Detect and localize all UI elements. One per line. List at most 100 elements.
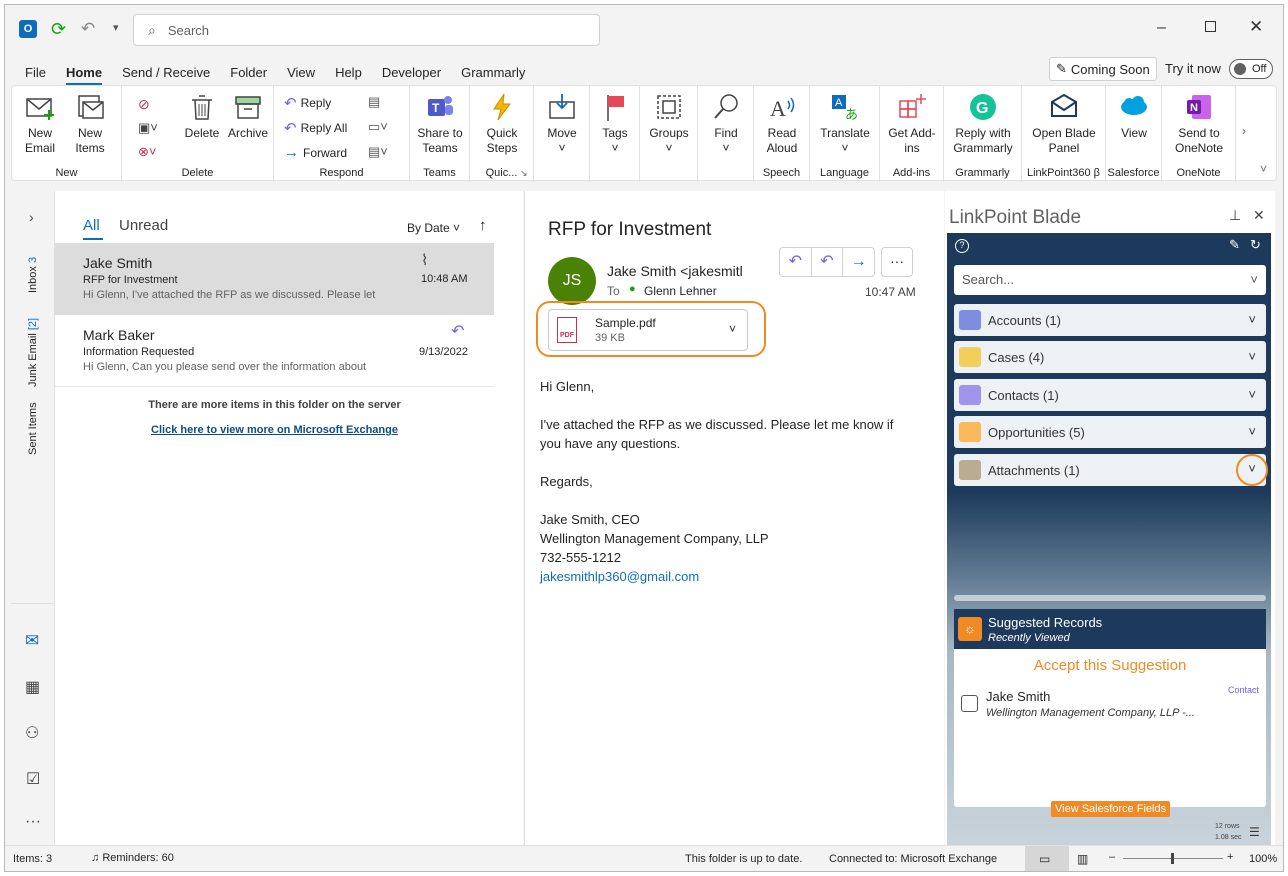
view-more-link[interactable]: Click here to view more on Microsoft Exc… [55, 424, 494, 436]
refresh-icon[interactable]: ↻ [1250, 237, 1261, 253]
move-icon [549, 94, 575, 119]
menu-grammarly[interactable]: Grammarly [451, 65, 535, 80]
menu-file[interactable]: File [15, 65, 56, 80]
meeting-icon[interactable]: ▤ [368, 94, 380, 110]
find-button[interactable]: Find ˅ [702, 92, 750, 156]
mail-icon[interactable]: ✉ [25, 631, 39, 651]
sync-icon[interactable]: ⟳ [51, 19, 66, 40]
calendar-icon[interactable]: ▦ [25, 677, 40, 697]
forward-button[interactable]: → Forward [284, 144, 347, 161]
ribbon-scroll-right[interactable]: › [1242, 124, 1246, 138]
chevron-down-icon[interactable]: ˅ [729, 322, 736, 336]
zoom-slider-thumb[interactable] [1171, 853, 1174, 864]
more-respond-icon[interactable]: ▤˅ [368, 144, 388, 160]
reply-with-grammarly-button[interactable]: G Reply with Grammarly [948, 92, 1018, 156]
record-name[interactable]: Jake Smith [986, 689, 1050, 704]
expand-folder-pane-icon[interactable]: › [29, 209, 34, 225]
open-blade-panel-button[interactable]: Open Blade Panel [1028, 92, 1100, 156]
record-checkbox[interactable] [961, 695, 978, 712]
blade-search-input[interactable]: Search... ˅ [954, 265, 1266, 295]
email-link[interactable]: jakesmithlp360@gmail.com [540, 569, 699, 584]
translate-button[interactable]: Aあ Translate ˅ [816, 92, 874, 156]
cleanup-icon[interactable]: ▣˅ [138, 120, 158, 136]
new-email-button[interactable]: New Email [18, 92, 62, 156]
menu-help[interactable]: Help [325, 65, 372, 80]
folder-junk-email[interactable]: Junk Email [2] [27, 311, 39, 387]
dialog-launcher-icon[interactable]: ↘ [520, 168, 528, 179]
tags-button[interactable]: Tags ˅ [592, 92, 638, 156]
section-contacts[interactable]: Contacts (1) ˅ [954, 379, 1266, 411]
get-addins-button[interactable]: Get Add-ins [886, 92, 938, 156]
move-button[interactable]: Move ˅ [538, 92, 586, 156]
read-aloud-button[interactable]: A Read Aloud [758, 92, 806, 156]
pin-icon[interactable]: ⊥ [1229, 207, 1241, 224]
zoom-out-button[interactable]: – [1109, 851, 1115, 863]
attachments-icon [959, 460, 981, 480]
attachment-card[interactable]: PDF Sample.pdf 39 KB ˅ [548, 309, 748, 351]
reply-button[interactable]: ↶ Reply [284, 94, 331, 112]
settings-sliders-icon[interactable]: ☰ [1249, 825, 1260, 839]
envelope-icon [26, 98, 54, 120]
search-input[interactable]: ⌕ Search [133, 14, 600, 46]
expand-attachments-button[interactable]: ˅ [1236, 454, 1268, 486]
archive-button[interactable]: Archive [224, 92, 272, 141]
people-icon[interactable]: ⚇ [25, 723, 39, 743]
svg-text:A: A [835, 97, 843, 109]
menu-send-receive[interactable]: Send / Receive [112, 65, 220, 80]
close-window-button[interactable]: ✕ [1249, 17, 1263, 37]
ribbon-collapse[interactable]: ˅ [1260, 162, 1267, 176]
tab-all[interactable]: All [83, 217, 100, 234]
sort-dropdown[interactable]: By Date ˅ [407, 221, 460, 235]
list-item[interactable]: Jake Smith RFP for Investment Hi Glenn, … [55, 243, 494, 315]
new-items-button[interactable]: New Items [68, 92, 112, 156]
blade-splitter[interactable] [954, 595, 1266, 601]
section-cases[interactable]: Cases (4) ˅ [954, 341, 1266, 373]
menu-folder[interactable]: Folder [220, 65, 277, 80]
reply-all-button[interactable]: ↶ Reply All [284, 119, 347, 137]
send-to-onenote-button[interactable]: N Send to OneNote [1166, 92, 1232, 156]
close-blade-icon[interactable]: ✕ [1253, 207, 1265, 224]
more-apps-icon[interactable]: ··· [25, 813, 41, 831]
delete-button[interactable]: Delete [180, 92, 224, 141]
reminders[interactable]: ♫ Reminders: 60 [91, 852, 174, 864]
zoom-in-button[interactable]: + [1227, 851, 1233, 863]
im-icon[interactable]: ▭˅ [368, 119, 388, 135]
section-attachments[interactable]: Attachments (1) ˅ [954, 454, 1268, 486]
section-opportunities[interactable]: Opportunities (5) ˅ [954, 416, 1266, 448]
tab-unread[interactable]: Unread [119, 217, 168, 234]
restore-button[interactable] [1205, 21, 1216, 32]
recipient-name[interactable]: Glenn Lehner [644, 284, 717, 298]
minimize-button[interactable]: – [1157, 19, 1166, 37]
reply-all-icon[interactable]: ↶ [812, 248, 844, 276]
menu-view[interactable]: View [277, 65, 325, 80]
undo-icon[interactable]: ↶ [81, 19, 95, 39]
view-salesforce-fields-button[interactable]: View Salesforce Fields [1051, 801, 1171, 817]
try-it-now-toggle[interactable]: Off [1229, 59, 1273, 79]
list-item[interactable]: Mark Baker Information Requested Hi Glen… [55, 315, 494, 387]
svg-text:G: G [976, 100, 988, 117]
groups-button[interactable]: Groups ˅ [644, 92, 694, 156]
customize-toolbar-icon[interactable]: ▾ [113, 21, 119, 34]
salesforce-view-button[interactable]: View [1110, 92, 1158, 141]
menu-home[interactable]: Home [56, 65, 112, 85]
help-icon[interactable]: ? [955, 239, 969, 253]
sort-direction-icon[interactable]: ↑ [479, 217, 487, 234]
ignore-icon[interactable]: ⊘ [138, 96, 150, 113]
note-icon[interactable]: ✎ [1229, 237, 1240, 253]
folder-sent-items[interactable]: Sent Items [27, 399, 39, 455]
folder-inbox[interactable]: Inbox 3 [27, 249, 39, 293]
reading-view-icon[interactable]: ▥ [1077, 852, 1088, 866]
section-accounts[interactable]: Accounts (1) ˅ [954, 304, 1266, 336]
tasks-icon[interactable]: ☑ [26, 769, 40, 789]
sender-name[interactable]: Jake Smith <jakesmitl [607, 263, 751, 279]
blade-body: ? ✎ ↻ Search... ˅ Accounts (1) ˅ Cases (4… [947, 233, 1271, 845]
menu-developer[interactable]: Developer [372, 65, 451, 80]
share-to-teams-button[interactable]: T Share to Teams [414, 92, 466, 156]
junk-icon[interactable]: ⊗˅ [138, 144, 156, 160]
accept-suggestion-link[interactable]: Accept this Suggestion [954, 657, 1266, 674]
reply-icon[interactable]: ↶ [780, 248, 812, 276]
forward-icon[interactable]: → [843, 248, 874, 276]
more-actions-button[interactable]: ··· [881, 247, 913, 277]
quick-steps-button[interactable]: Quick Steps [476, 92, 528, 156]
coming-soon-button[interactable]: ✎ Coming Soon [1049, 57, 1157, 81]
